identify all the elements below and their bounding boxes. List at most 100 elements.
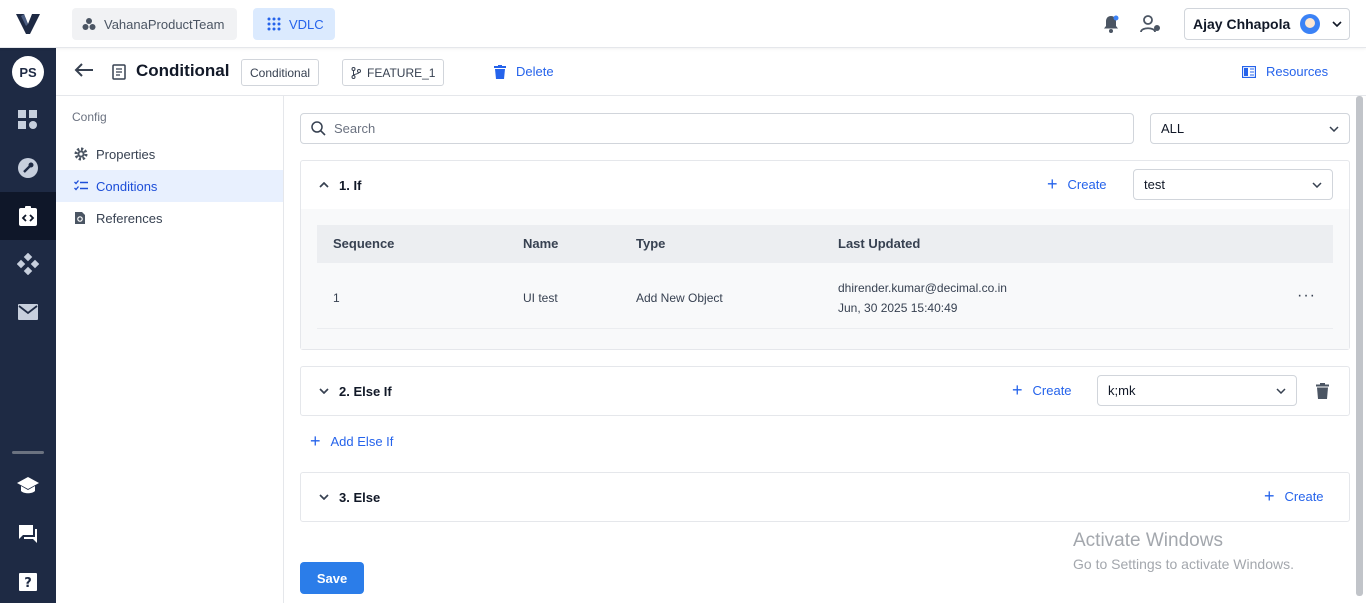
mail-icon[interactable] [0,288,56,336]
filter-select[interactable]: ALL [1150,113,1350,144]
sidebar-item-label: Conditions [96,178,158,194]
rail-divider [12,451,44,454]
save-button[interactable]: Save [300,562,364,594]
create-button[interactable]: + Create [1047,175,1107,193]
search-icon [311,121,326,136]
watermark-subtitle: Go to Settings to activate Windows. [1073,556,1294,572]
add-else-if-button[interactable]: + Add Else If [310,432,393,450]
notifications-bell-icon[interactable] [1099,12,1123,36]
panel-header[interactable]: 1. If + Create test [301,161,1349,209]
book-icon [1242,65,1256,78]
cell-sequence: 1 [333,291,340,305]
panel-title: 2. Else If [339,383,392,399]
sidebar-item-label: References [96,210,163,226]
column-header: Type [636,236,666,251]
chat-icon[interactable] [0,510,56,558]
condition-select-value: k;mk [1108,383,1136,398]
trash-icon [494,64,506,79]
cell-updated-by: dhirender.kumar@decimal.co.in [838,281,1007,295]
search-box[interactable] [300,113,1134,144]
create-button[interactable]: + Create [1264,487,1324,505]
workflow-icon[interactable] [0,240,56,288]
chevron-down-icon[interactable] [319,388,329,394]
apps-grid-icon [267,17,281,31]
git-branch-icon [351,66,361,79]
chevron-down-icon [1312,181,1322,188]
chevron-up-icon[interactable] [319,182,329,188]
sidebar-item-conditions[interactable]: Conditions [56,170,283,202]
condition-select[interactable]: test [1133,169,1333,200]
learning-cap-icon[interactable] [0,462,56,510]
user-name: Ajay Chhapola [1193,16,1291,32]
config-section-title: Config [72,110,107,124]
dashboard-icon[interactable] [0,96,56,144]
sidebar-item-properties[interactable]: Properties [56,138,283,170]
manage-users-icon[interactable] [1139,12,1163,36]
create-label: Create [1032,382,1072,398]
type-chip: Conditional [241,59,320,86]
resources-button[interactable]: Resources [1242,64,1328,79]
plus-icon: + [1012,380,1023,400]
config-sidebar: Config Properties Conditions References [56,96,284,603]
delete-button[interactable]: Delete [494,64,554,79]
sidebar-item-references[interactable]: References [56,202,283,234]
panel-title: 1. If [339,177,362,193]
workspace-avatar[interactable]: PS [12,56,44,88]
team-switcher[interactable]: VahanaProductTeam [72,8,237,40]
top-bar: VahanaProductTeam VDLC Ajay Chhapola [0,0,1366,48]
app-switcher[interactable]: VDLC [253,8,335,40]
delete-label: Delete [516,64,554,79]
condition-panel-else: 3. Else + Create [300,472,1350,522]
chevron-down-icon[interactable] [319,494,329,500]
app-label: VDLC [289,16,324,32]
condition-select-value: test [1144,177,1165,192]
gear-icon [74,147,88,161]
create-button[interactable]: + Create [1012,381,1072,399]
team-icon [82,17,96,31]
vertical-scrollbar[interactable] [1356,96,1363,596]
cell-name: UI test [523,291,558,305]
watermark-title: Activate Windows [1073,530,1223,551]
chevron-down-icon [1276,387,1286,394]
svg-text:?: ? [24,576,32,591]
checklist-icon [74,180,88,192]
table-row[interactable]: 1 UI test Add New Object dhirender.kumar… [317,265,1333,329]
plus-icon: + [1264,486,1275,506]
condition-select[interactable]: k;mk [1097,375,1297,406]
column-header: Sequence [333,236,395,251]
condition-panel-if: 1. If + Create test Sequence Name Type L… [300,160,1350,350]
help-icon[interactable]: ? [0,558,56,603]
search-input[interactable] [334,121,1114,136]
column-header: Name [523,236,559,251]
vahana-logo-icon [16,14,40,34]
condition-panel-else-if: 2. Else If + Create k;mk [300,366,1350,416]
wrench-icon[interactable] [0,144,56,192]
page-header: Conditional Conditional FEATURE_1 Delete… [56,48,1366,96]
filter-value: ALL [1161,121,1185,136]
plus-icon: + [310,431,321,451]
create-label: Create [1067,176,1107,192]
team-label: VahanaProductTeam [104,16,225,32]
create-label: Create [1284,488,1324,504]
rules-table: Sequence Name Type Last Updated 1 UI tes… [301,209,1349,349]
code-badge-icon[interactable] [0,192,56,240]
app-logo[interactable] [0,0,56,48]
cell-type: Add New Object [636,291,723,305]
plus-icon: + [1047,174,1058,194]
trash-icon[interactable] [1316,383,1329,399]
branch-label: FEATURE_1 [367,65,436,80]
reference-doc-icon [74,211,88,225]
column-header: Last Updated [838,236,921,251]
more-options-icon[interactable]: ··· [1297,287,1316,305]
resources-label: Resources [1266,64,1329,79]
chevron-down-icon [1332,21,1342,27]
left-rail: PS ? [0,48,56,603]
document-icon [112,64,126,83]
activation-watermark: Activate Windows Go to Settings to activ… [1073,530,1294,572]
user-menu[interactable]: Ajay Chhapola [1184,8,1350,40]
panel-header[interactable]: 2. Else If + Create k;mk [301,367,1349,415]
branch-chip[interactable]: FEATURE_1 [342,59,445,86]
back-arrow-icon[interactable] [74,62,94,81]
main-content: ALL 1. If + Create test Sequence [284,96,1366,603]
panel-header[interactable]: 3. Else + Create [301,473,1349,521]
